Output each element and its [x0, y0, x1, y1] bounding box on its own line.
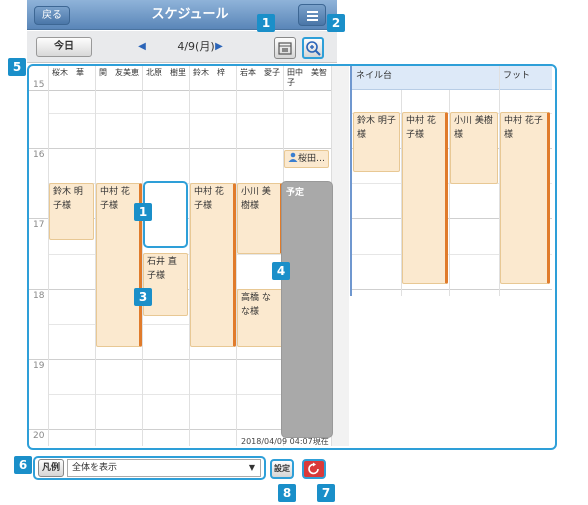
legend-button[interactable]: 凡例: [38, 459, 64, 477]
callout-badge: 1: [257, 14, 275, 32]
panel-divider: [350, 66, 352, 296]
hour-label: 20: [33, 431, 45, 441]
appointment[interactable]: 鈴木 明子様: [353, 112, 400, 172]
zoom-in-icon: [306, 41, 321, 56]
hour-label: 18: [33, 291, 45, 301]
calendar-icon: [278, 42, 292, 55]
column-divider: [48, 66, 49, 446]
hour-label: 16: [33, 150, 45, 160]
today-button[interactable]: 今日: [36, 37, 92, 57]
hour-label: 17: [33, 220, 45, 230]
back-button[interactable]: 戻る: [34, 6, 70, 25]
appointment[interactable]: 中村 花子様: [190, 183, 236, 347]
staff-column-header: 田中 美智子: [287, 68, 327, 87]
staff-column-header: 岩本 愛子: [240, 68, 280, 77]
filter-select[interactable]: 全体を表示 ▼: [67, 459, 261, 477]
resource-column-header: フット: [499, 66, 552, 90]
staff-column-header: 桜木 華: [52, 68, 84, 77]
zoom-button[interactable]: [302, 37, 324, 59]
refresh-icon: [308, 462, 319, 475]
column-divider: [236, 66, 237, 446]
appointment-chip[interactable]: 桜田…: [284, 150, 329, 168]
hour-label: 15: [33, 80, 45, 90]
filter-value: 全体を表示: [72, 463, 118, 473]
chip-label: 桜田…: [298, 154, 326, 164]
callout-badge: 8: [278, 484, 296, 502]
appointment[interactable]: 石井 直子様: [143, 253, 188, 316]
callout-badge: 6: [14, 456, 32, 474]
callout-badge: 7: [317, 484, 335, 502]
callout-badge: 2: [327, 14, 345, 32]
next-day-arrow-icon[interactable]: ▶: [214, 40, 224, 54]
grid-line: [29, 90, 331, 91]
grid-line: [29, 148, 331, 149]
menu-button[interactable]: [298, 4, 326, 26]
appointment[interactable]: 中村 花子様: [402, 112, 448, 284]
dropdown-arrow-icon: ▼: [248, 463, 255, 472]
callout-badge: 3: [134, 288, 152, 306]
appointment[interactable]: 中村 花子様: [500, 112, 550, 284]
hour-label: 19: [33, 361, 45, 371]
calendar-view-button[interactable]: [274, 37, 296, 59]
appointment[interactable]: 小川 美樹様: [450, 112, 498, 184]
current-date: 4/9(月): [177, 40, 215, 53]
appointment[interactable]: 小川 美樹様: [237, 183, 283, 254]
callout-badge: 4: [272, 262, 290, 280]
blocked-schedule[interactable]: 予定: [281, 181, 333, 438]
resource-column-header: ネイル台: [352, 66, 499, 90]
staff-column-header: 鈴木 梓: [193, 68, 225, 77]
appointment[interactable]: 鈴木 明子様: [49, 183, 94, 240]
refresh-button[interactable]: [302, 459, 326, 479]
grid-line: [352, 289, 552, 290]
staff-column-header: 関 友美恵: [99, 68, 139, 77]
appointment[interactable]: 高橋 なな様: [237, 289, 283, 347]
person-icon: [288, 152, 298, 162]
settings-button[interactable]: 設定: [270, 459, 294, 479]
prev-day-arrow-icon[interactable]: ◀: [137, 40, 147, 54]
page-title: スケジュール: [151, 7, 229, 22]
callout-badge: 1: [134, 203, 152, 221]
scrollbar[interactable]: [331, 66, 349, 446]
grid-line: [49, 113, 331, 114]
callout-badge: 5: [8, 58, 26, 76]
staff-column-header: 北原 樹里: [146, 68, 186, 77]
